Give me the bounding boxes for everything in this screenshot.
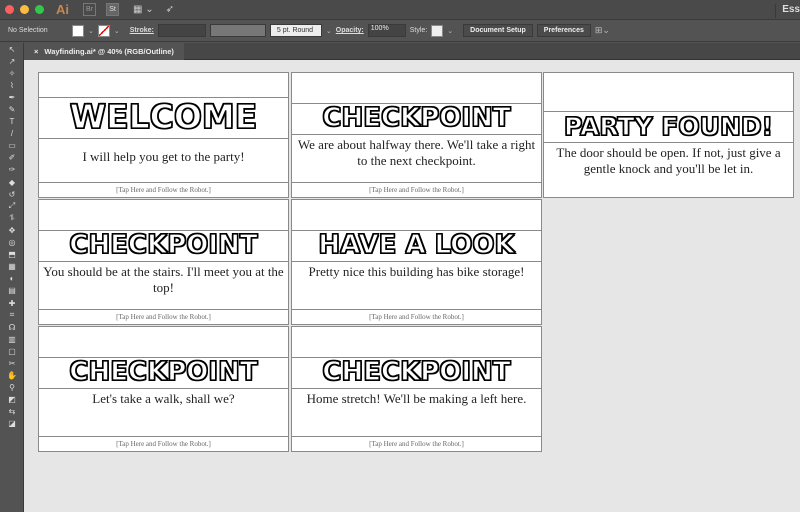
workspace-switcher[interactable]: Ess xyxy=(775,4,800,18)
artboard-tool-icon[interactable]: ▥ xyxy=(0,333,24,345)
mesh-tool-icon[interactable]: ▦ xyxy=(0,261,24,273)
selection-status: No Selection xyxy=(8,27,48,34)
eraser-tool-icon[interactable]: ◆ xyxy=(0,176,24,188)
control-panel: No Selection ⌄ ⌄ Stroke: 5 pt. Round ⌄ Op… xyxy=(0,20,800,42)
symbol-sprayer-tool-icon[interactable]: ⌗ xyxy=(0,309,24,321)
lasso-tool-icon[interactable]: ⌇ xyxy=(0,79,24,91)
slice-tool-icon[interactable]: ▢ xyxy=(0,345,24,357)
direct-selection-tool-icon[interactable]: ↗ xyxy=(0,55,24,67)
rotate-tool-icon[interactable]: ↺ xyxy=(0,188,24,200)
perspective-tool-icon[interactable]: ⬒ xyxy=(0,249,24,261)
screen-mode-tool-icon[interactable]: ◪ xyxy=(0,418,24,430)
shape-builder-tool-icon[interactable]: ◎ xyxy=(0,237,24,249)
artboard[interactable]: CHECKPOINT Let's take a walk, shall we? [T… xyxy=(38,326,289,452)
tap-here-link[interactable]: [Tap Here and Follow the Robot.] xyxy=(292,309,541,321)
title-bar: Ai Br St ▦ ⌄ ➶ Ess xyxy=(0,0,800,20)
maximize-window-button[interactable] xyxy=(35,5,44,14)
fill-swatch[interactable] xyxy=(72,24,84,37)
artboard-message: Pretty nice this building has bike stora… xyxy=(308,264,525,279)
width-tool-icon[interactable]: ⥮ xyxy=(0,212,24,224)
artboard-message: I will help you get to the party! xyxy=(82,149,245,164)
align-icon[interactable]: ⊞⌄ xyxy=(595,25,610,36)
chevron-down-icon[interactable]: ⌄ xyxy=(326,27,332,35)
paintbrush-tool-icon[interactable]: ✐ xyxy=(0,152,24,164)
rectangle-tool-icon[interactable]: ▭ xyxy=(0,140,24,152)
stroke-label[interactable]: Stroke: xyxy=(130,27,154,34)
artboard[interactable]: CHECKPOINT We are about halfway there. We… xyxy=(291,72,542,198)
arrange-documents-icon[interactable]: ▦ ⌄ xyxy=(133,4,154,15)
graphic-style-swatch[interactable] xyxy=(431,24,444,37)
artboard-heading: CHECKPOINT xyxy=(322,102,511,133)
tap-here-link[interactable]: [Tap Here and Follow the Robot.] xyxy=(292,182,541,194)
artboard[interactable]: HAVE A LOOK Pretty nice this building has… xyxy=(291,199,542,325)
tap-here-link[interactable]: [Tap Here and Follow the Robot.] xyxy=(292,436,541,448)
brush-definition[interactable]: 5 pt. Round xyxy=(269,24,322,37)
gpu-performance-icon[interactable]: ➶ xyxy=(166,4,174,15)
opacity-label[interactable]: Opacity: xyxy=(336,27,364,34)
canvas[interactable]: WELCOME I will help you get to the party!… xyxy=(24,60,800,512)
stock-button[interactable]: St xyxy=(106,3,119,16)
pen-tool-icon[interactable]: ✒ xyxy=(0,91,24,103)
artboard-heading: HAVE A LOOK xyxy=(318,229,516,260)
type-tool-icon[interactable]: T xyxy=(0,116,24,128)
hand-tool-icon[interactable]: ✋ xyxy=(0,370,24,382)
artboard-heading: WELCOME xyxy=(69,96,258,136)
artboard[interactable]: WELCOME I will help you get to the party!… xyxy=(38,72,289,198)
selection-tool-icon[interactable]: ↖ xyxy=(0,43,24,55)
line-tool-icon[interactable]: / xyxy=(0,128,24,140)
column-graph-tool-icon[interactable]: ☊ xyxy=(0,321,24,333)
artboard[interactable]: CHECKPOINT Home stretch! We'll be making … xyxy=(291,326,542,452)
style-label: Style: xyxy=(409,27,428,34)
fill-stroke-tool-icon[interactable]: ◩ xyxy=(0,394,24,406)
document-tab-bar: × Wayfinding.ai* @ 40% (RGB/Outline) xyxy=(24,43,800,60)
artboard-message: We are about halfway there. We'll take a… xyxy=(297,137,536,168)
magic-wand-tool-icon[interactable]: ✧ xyxy=(0,67,24,79)
variable-width-profile[interactable] xyxy=(209,24,266,37)
scissors-tool-icon[interactable]: ✂ xyxy=(0,357,24,369)
preferences-button[interactable]: Preferences xyxy=(536,24,591,37)
tap-here-link[interactable]: [Tap Here and Follow the Robot.] xyxy=(39,182,288,194)
artboard[interactable]: PARTY FOUND! The door should be open. If … xyxy=(543,72,794,198)
minimize-window-button[interactable] xyxy=(20,5,29,14)
curvature-tool-icon[interactable]: ✎ xyxy=(0,103,24,115)
chevron-down-icon[interactable]: ⌄ xyxy=(88,27,94,35)
free-transform-tool-icon[interactable]: ✥ xyxy=(0,224,24,236)
artboard-heading: CHECKPOINT xyxy=(322,356,511,387)
tab-title: Wayfinding.ai* @ 40% (RGB/Outline) xyxy=(44,47,174,56)
swap-tool-icon[interactable]: ⇆ xyxy=(0,406,24,418)
opacity-input[interactable]: 100% xyxy=(367,24,406,37)
tab-wayfinding[interactable]: × Wayfinding.ai* @ 40% (RGB/Outline) xyxy=(24,43,184,60)
artboard[interactable]: CHECKPOINT You should be at the stairs. I… xyxy=(38,199,289,325)
artboard-heading: CHECKPOINT xyxy=(69,229,258,260)
tap-here-link[interactable]: [Tap Here and Follow the Robot.] xyxy=(39,436,288,448)
zoom-tool-icon[interactable]: ⚲ xyxy=(0,382,24,394)
document-setup-button[interactable]: Document Setup xyxy=(463,24,533,37)
artboard-heading: CHECKPOINT xyxy=(69,356,258,387)
app-logo: Ai xyxy=(56,2,69,17)
artboard-message: Let's take a walk, shall we? xyxy=(92,391,235,406)
artboard-message: Home stretch! We'll be making a left her… xyxy=(306,391,527,406)
stroke-swatch[interactable] xyxy=(97,24,110,37)
close-window-button[interactable] xyxy=(5,5,14,14)
gradient-tool-icon[interactable]: ◐ xyxy=(0,273,24,285)
artboard-message: The door should be open. If not, just gi… xyxy=(556,145,781,176)
chevron-down-icon[interactable]: ⌄ xyxy=(114,27,120,35)
artboard-heading: PARTY FOUND! xyxy=(563,111,774,141)
artboard-message: You should be at the stairs. I'll meet y… xyxy=(43,264,284,295)
scale-tool-icon[interactable]: ⤢ xyxy=(0,200,24,212)
eyedropper-tool-icon[interactable]: ▤ xyxy=(0,285,24,297)
close-icon[interactable]: × xyxy=(34,47,38,56)
tap-here-link[interactable]: [Tap Here and Follow the Robot.] xyxy=(39,309,288,321)
tools-panel: ↖ ↗ ✧ ⌇ ✒ ✎ T / ▭ ✐ ✑ ◆ ↺ ⤢ ⥮ ✥ ◎ ⬒ ▦ ◐ ▤ ✚ ⌗ ☊ ▥ ▢ ✂ ✋ ⚲ ◩ ⇆ ◪ xyxy=(0,43,24,512)
stroke-weight-input[interactable] xyxy=(157,24,206,37)
pencil-tool-icon[interactable]: ✑ xyxy=(0,164,24,176)
blend-tool-icon[interactable]: ✚ xyxy=(0,297,24,309)
bridge-button[interactable]: Br xyxy=(83,3,96,16)
chevron-down-icon[interactable]: ⌄ xyxy=(447,27,453,35)
